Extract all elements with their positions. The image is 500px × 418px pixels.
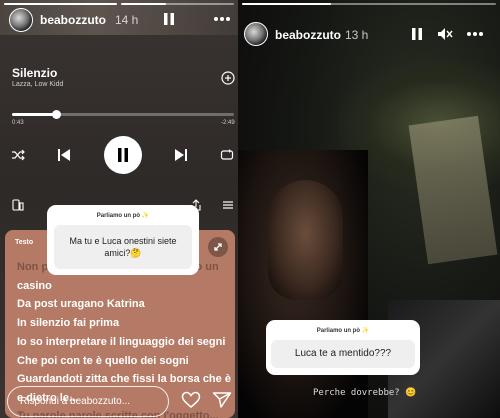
- lyric-line: In silenzio fai prima: [17, 317, 120, 329]
- pause-button[interactable]: [104, 136, 142, 174]
- expand-lyrics-button[interactable]: [208, 237, 228, 257]
- muted-icon[interactable]: [436, 26, 454, 42]
- story-progress-1: [242, 3, 496, 5]
- more-options-icon[interactable]: [212, 11, 232, 27]
- reply-input[interactable]: Rispondi a beabozzuto...: [7, 386, 169, 417]
- lyric-line: Guardandoti zitta che fissi la borsa che…: [17, 373, 231, 385]
- question-text: Luca te a mentido???: [271, 340, 415, 368]
- pause-icon[interactable]: [162, 11, 176, 27]
- song-title: Silenzio: [12, 66, 58, 80]
- heart-icon[interactable]: [180, 390, 202, 410]
- question-text: Ma tu e Luca onestini siete amici?🤔: [54, 225, 192, 269]
- answer-text: Perche dovrebbe? 😊: [313, 388, 417, 398]
- previous-track-icon[interactable]: [56, 147, 72, 163]
- more-options-icon[interactable]: [464, 26, 486, 42]
- lyric-line: casino: [17, 280, 52, 292]
- queue-icon[interactable]: [221, 198, 235, 212]
- lyric-line: Che poi con te è quello dei sogni: [17, 355, 189, 367]
- story-progress-1: [4, 3, 117, 5]
- repeat-icon[interactable]: [219, 148, 235, 162]
- lyric-line: Io so interpretare il linguaggio dei seg…: [17, 336, 226, 348]
- username[interactable]: beabozzuto: [275, 28, 341, 42]
- lyrics-label: Testo: [15, 239, 34, 246]
- shuffle-icon[interactable]: [10, 148, 26, 162]
- avatar[interactable]: [9, 8, 33, 32]
- elapsed-time: 0:43: [12, 120, 24, 126]
- story-progress-2: [121, 3, 234, 5]
- right-story[interactable]: beabozzuto 13 h Parliamo un pò ✨ Luca te…: [238, 0, 500, 418]
- username[interactable]: beabozzuto: [40, 13, 106, 27]
- next-track-icon[interactable]: [173, 147, 189, 163]
- song-progress-bar[interactable]: [12, 110, 234, 119]
- send-icon[interactable]: [211, 390, 233, 410]
- pause-icon[interactable]: [410, 26, 424, 42]
- face-photo: [268, 180, 343, 300]
- question-header: Parliamo un pò ✨: [96, 213, 150, 219]
- post-time: 13 h: [345, 28, 369, 42]
- add-circle-icon[interactable]: [220, 70, 236, 86]
- left-story[interactable]: beabozzuto 14 h Silenzio Lazza, Low Kidd…: [0, 0, 238, 418]
- question-header: Parliamo un pò ✨: [316, 328, 370, 334]
- avatar[interactable]: [244, 22, 268, 46]
- question-sticker: Parliamo un pò ✨ Ma tu e Luca onestini s…: [47, 205, 199, 275]
- devices-icon[interactable]: [11, 198, 25, 212]
- remaining-time: -2:49: [221, 120, 235, 126]
- lyric-line: Da post uragano Katrina: [17, 298, 145, 310]
- song-artists: Lazza, Low Kidd: [12, 81, 64, 88]
- question-sticker: Parliamo un pò ✨ Luca te a mentido???: [266, 320, 420, 375]
- post-time: 14 h: [115, 13, 139, 27]
